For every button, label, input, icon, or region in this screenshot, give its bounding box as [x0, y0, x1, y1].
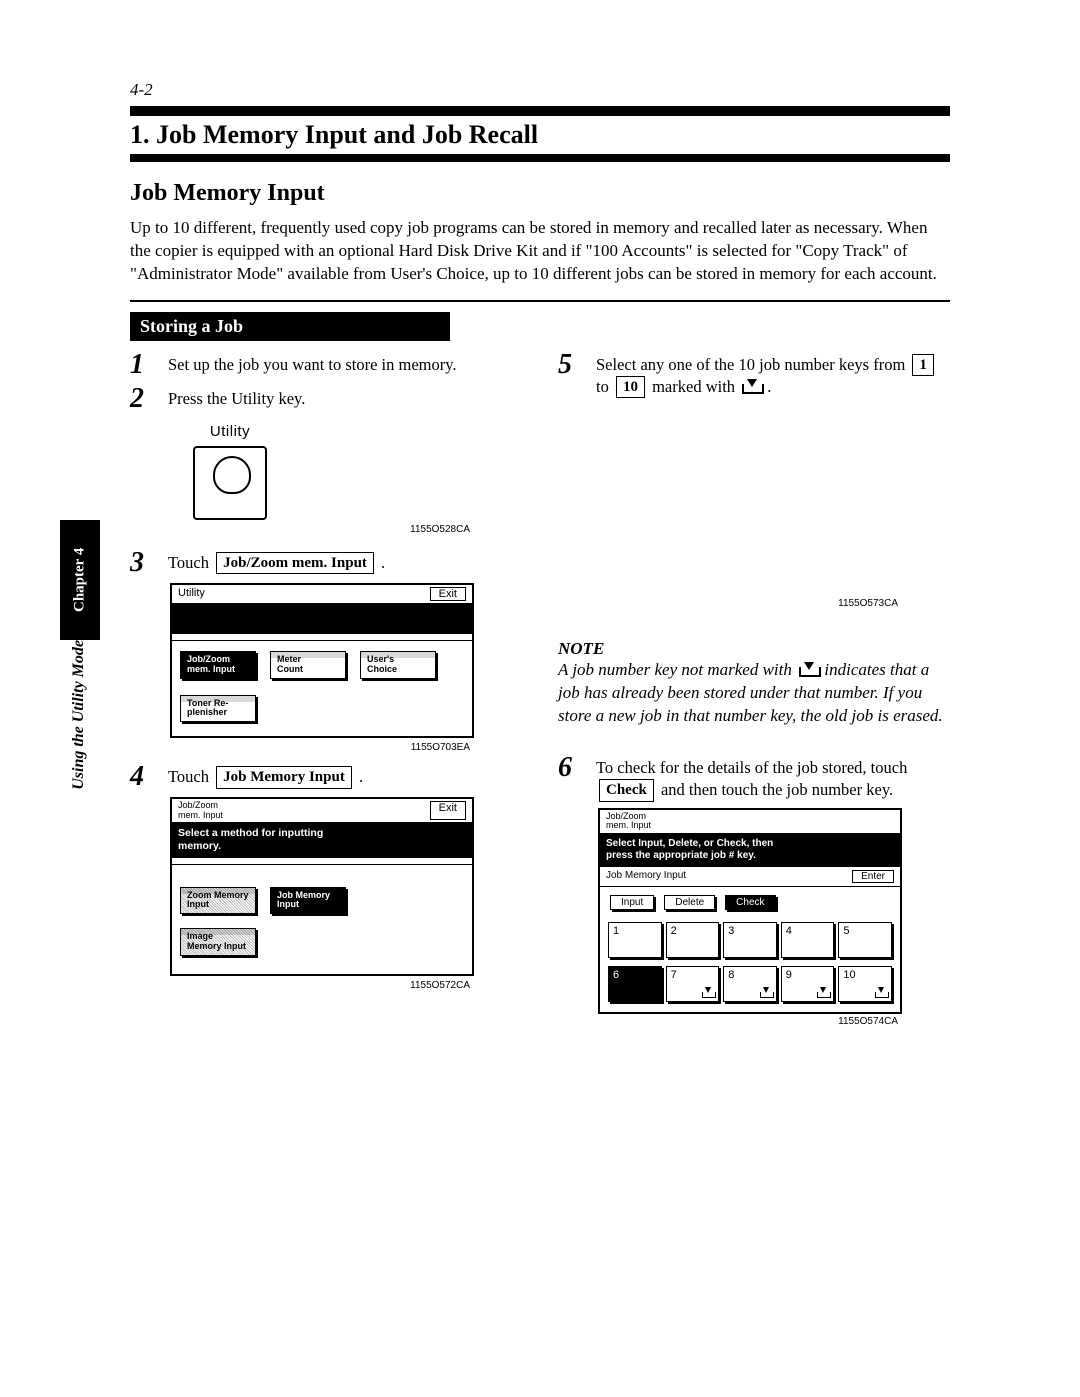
key-1: 1	[912, 354, 934, 376]
lcd-title: Job/Zoom mem. Input	[178, 801, 223, 820]
lcd-btn-toner: Toner Re- plenisher	[180, 695, 256, 723]
page-title: 1. Job Memory Input and Job Recall	[130, 120, 950, 150]
job-zoom-mem-input-key: Job/Zoom mem. Input	[216, 552, 374, 574]
utility-screen-figure: Utility Exit Job/Zoom mem. Input Meter C…	[170, 583, 474, 739]
download-icon	[760, 988, 772, 998]
step-number: 4	[130, 763, 168, 791]
job-memory-input-key: Job Memory Input	[216, 766, 352, 788]
lcd-btn-job-memory: Job Memory Input	[270, 887, 346, 915]
lcd-exit-button: Exit	[430, 587, 466, 601]
note-heading: NOTE	[558, 639, 950, 659]
title-bar: 1. Job Memory Input and Job Recall	[130, 106, 950, 162]
page-number: 4-2	[130, 80, 950, 100]
lcd-exit-button: Exit	[430, 801, 466, 820]
lcd-btn-users-choice: User's Choice	[360, 651, 436, 679]
step-number: 1	[130, 351, 168, 379]
step-4-text: Touch Job Memory Input .	[168, 763, 363, 788]
lcd-title: Utility	[178, 587, 205, 601]
figure-code: 1155O528CA	[130, 524, 470, 535]
job-memory-screen-figure: Job/Zoom mem. Input Select Input, Delete…	[598, 808, 902, 1014]
lcd-numkey-8: 8	[723, 966, 777, 1002]
step-5-text: Select any one of the 10 job number keys…	[596, 351, 950, 399]
lcd-numkey-4: 4	[781, 922, 835, 958]
step-1-text: Set up the job you want to store in memo…	[168, 351, 457, 376]
utility-key-figure: Utility	[170, 423, 290, 520]
check-key: Check	[599, 779, 654, 801]
lcd-enter-button: Enter	[852, 870, 894, 883]
figure-code: 1155O572CA	[130, 980, 470, 991]
download-icon	[817, 988, 829, 998]
download-icon	[799, 663, 817, 677]
lcd-numkey-1: 1	[608, 922, 662, 958]
key-10: 10	[616, 376, 645, 398]
step-number: 5	[558, 351, 596, 379]
lcd-subtitle: Job Memory Input	[606, 870, 686, 883]
subheading: Job Memory Input	[130, 180, 950, 207]
lcd-title: Job/Zoom mem. Input	[600, 810, 900, 834]
lcd-delete-button: Delete	[664, 895, 715, 910]
intro-paragraph: Up to 10 different, frequently used copy…	[130, 217, 950, 286]
lcd-btn-jobzoom: Job/Zoom mem. Input	[180, 651, 256, 679]
step-number: 2	[130, 385, 168, 413]
step-2-text: Press the Utility key.	[168, 385, 305, 410]
figure-code: 1155O703EA	[130, 742, 470, 753]
section-heading: Storing a Job	[130, 312, 450, 341]
lcd-numkey-5: 5	[838, 922, 892, 958]
lcd-btn-image-memory: Image Memory Input	[180, 928, 256, 956]
lcd-numkey-7: 7	[666, 966, 720, 1002]
download-icon	[742, 380, 760, 394]
lcd-numkey-9: 9	[781, 966, 835, 1002]
lcd-message: Select Input, Delete, or Check, then pre…	[600, 834, 900, 867]
lcd-btn-zoom-memory: Zoom Memory Input	[180, 887, 256, 915]
lcd-numkey-6: 6	[608, 966, 662, 1002]
figure-code: 1155O573CA	[558, 598, 898, 609]
note-body: A job number key not marked with indicat…	[558, 659, 950, 728]
step-6-text: To check for the details of the job stor…	[596, 754, 950, 802]
utility-key-icon	[193, 446, 267, 520]
utility-key-label: Utility	[170, 423, 290, 440]
step-number: 3	[130, 549, 168, 577]
step-number: 6	[558, 754, 596, 782]
lcd-input-button: Input	[610, 895, 654, 910]
lcd-numkey-3: 3	[723, 922, 777, 958]
lcd-message: Select a method for inputting memory.	[172, 823, 472, 857]
step-3-text: Touch Job/Zoom mem. Input .	[168, 549, 385, 574]
lcd-check-button: Check	[725, 895, 775, 910]
lcd-numkey-10: 10	[838, 966, 892, 1002]
jobzoom-screen-figure: Job/Zoom mem. Input Exit Select a method…	[170, 797, 474, 976]
download-icon	[702, 988, 714, 998]
figure-code: 1155O574CA	[558, 1016, 898, 1027]
lcd-numkey-2: 2	[666, 922, 720, 958]
download-icon	[875, 988, 887, 998]
lcd-btn-meter: Meter Count	[270, 651, 346, 679]
divider	[130, 300, 950, 302]
